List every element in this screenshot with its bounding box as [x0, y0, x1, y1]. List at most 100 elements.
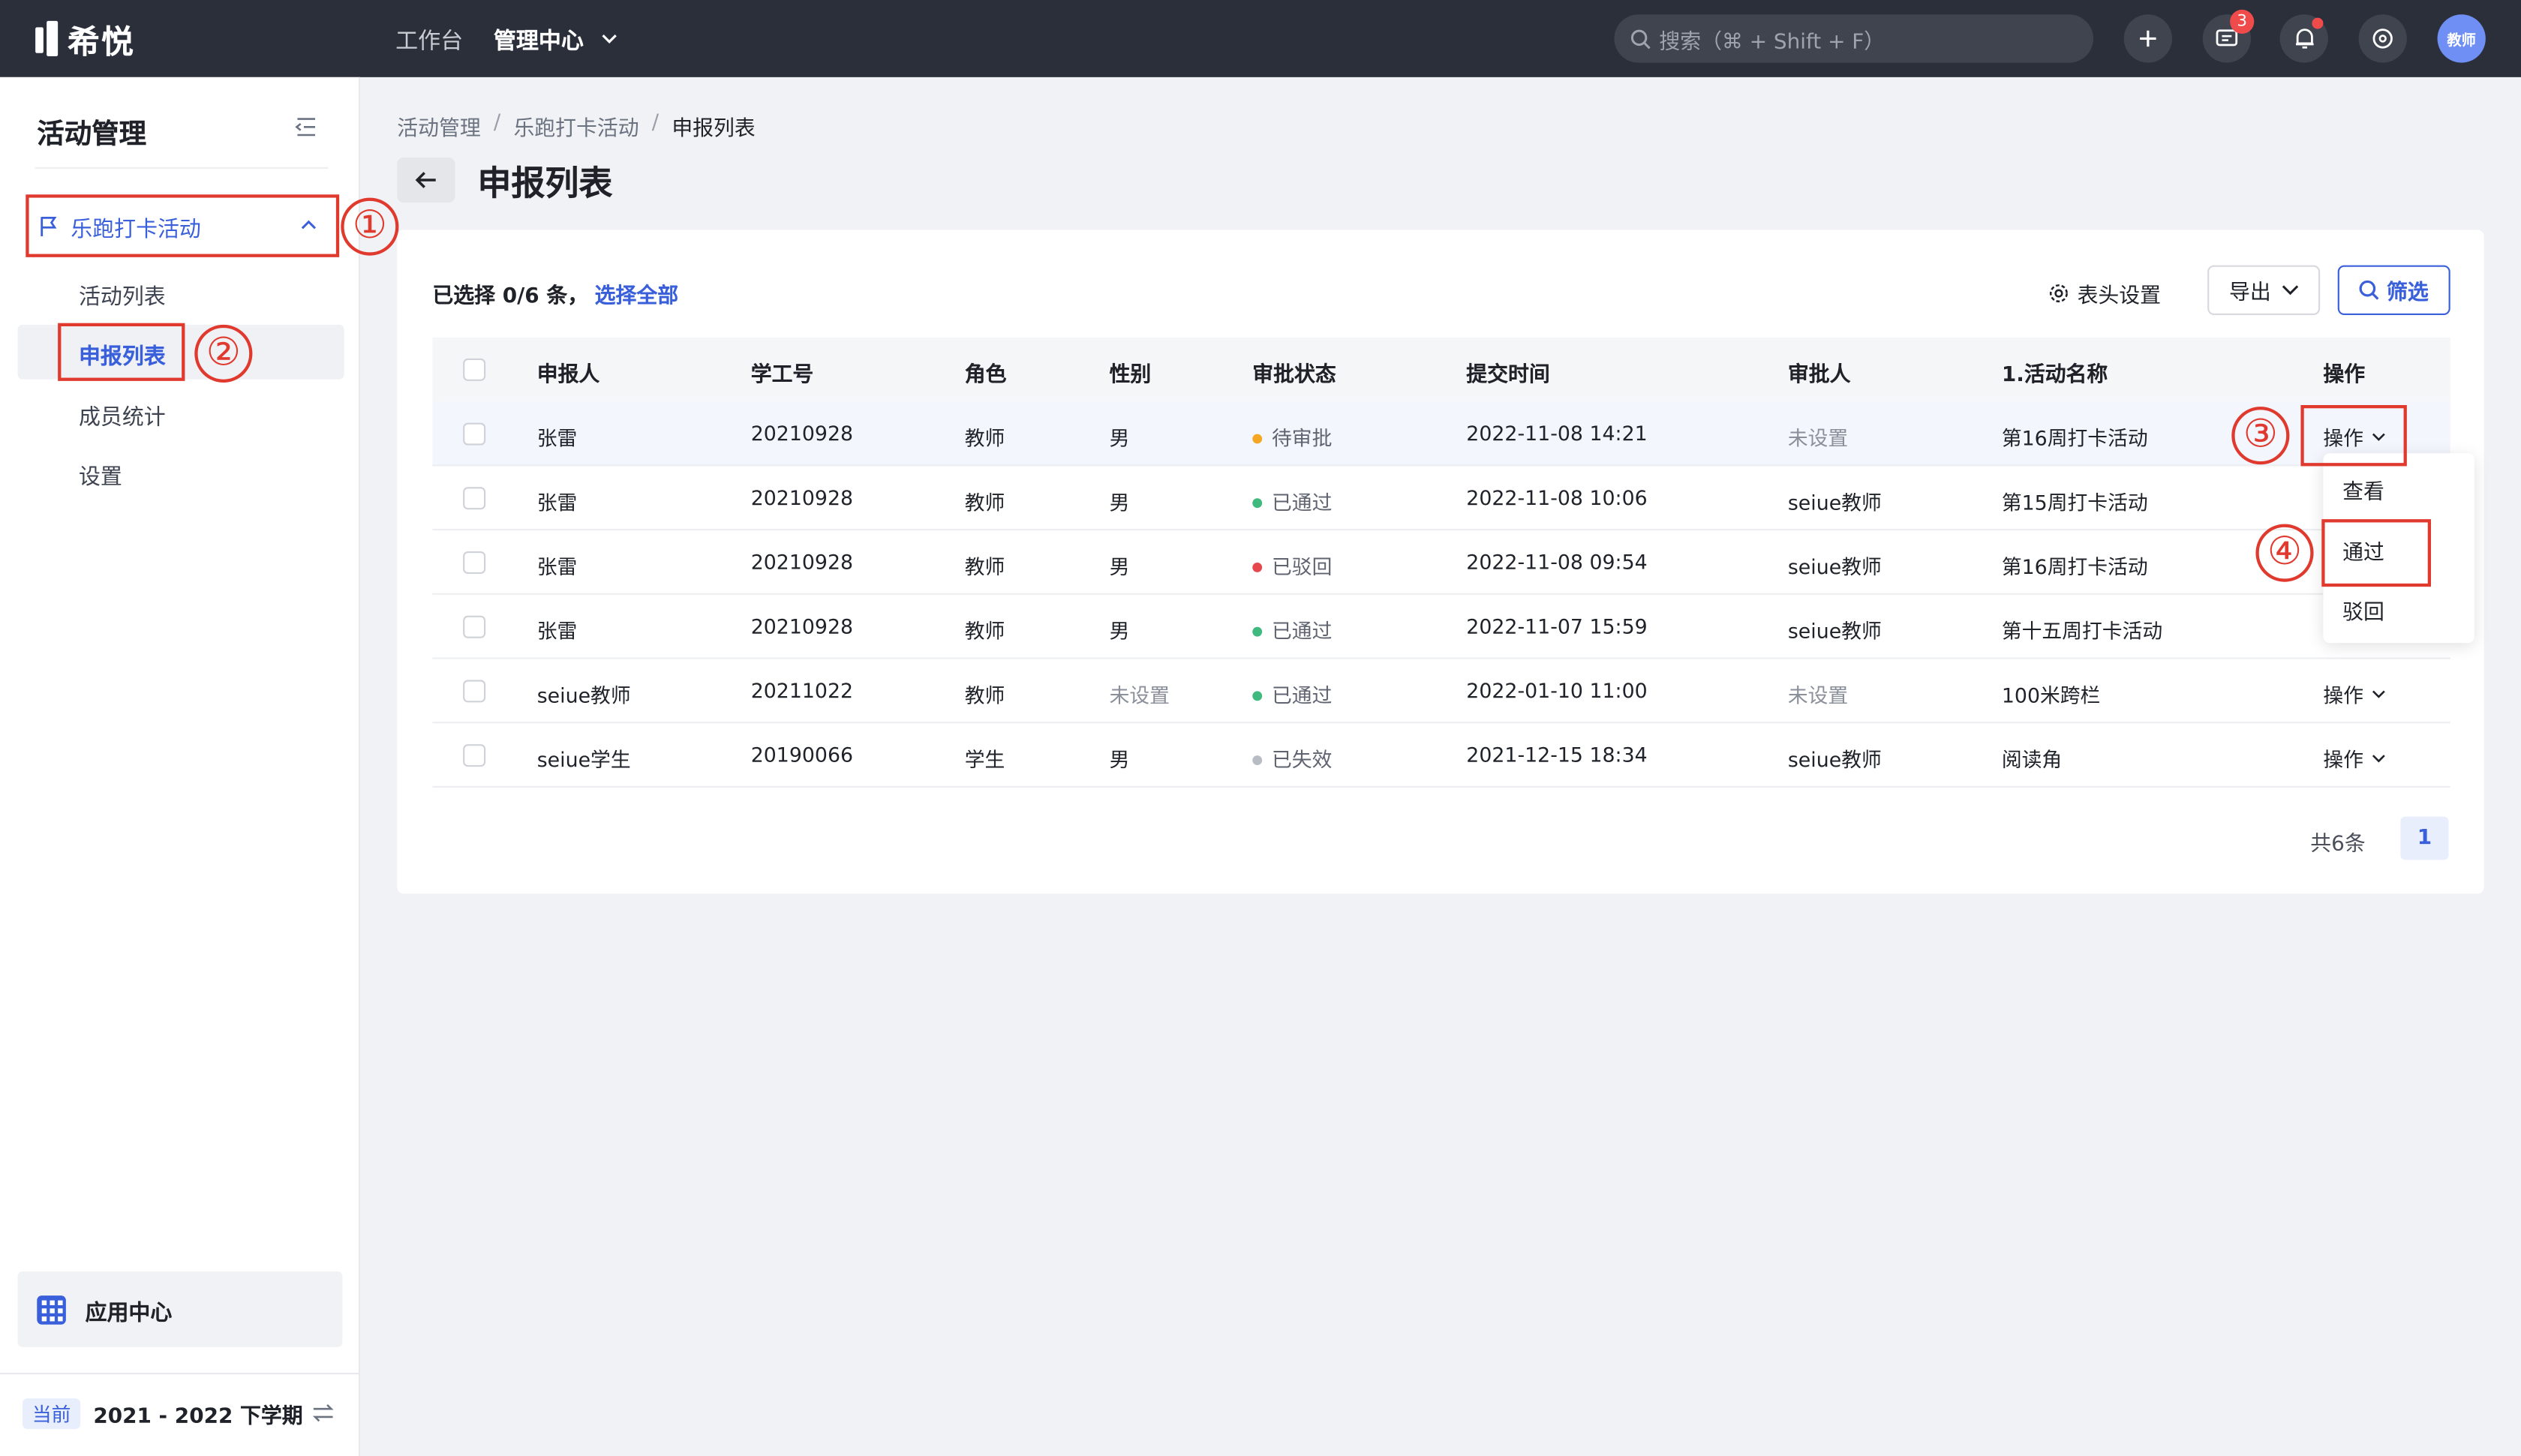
status-badge: 已失效 [1252, 743, 1332, 773]
column-header: 审批状态 [1252, 363, 1336, 388]
top-bar: 希悦 工作台 管理中心 搜索（⌘ + Shift + F） 3 教师 [0, 0, 2521, 77]
status-dot [1252, 497, 1263, 508]
sidebar: 活动管理 乐跑打卡活动 活动列表 申报列表 成员统计 设置 应用中心 当前 20… [0, 77, 360, 1456]
breadcrumb-separator: / [651, 110, 660, 135]
select-all-checkbox[interactable] [463, 358, 486, 381]
operation-button[interactable]: 操作 [2323, 743, 2386, 773]
annotation-box-1 [26, 194, 340, 257]
cell-activity: 第16周打卡活动 [2001, 554, 2148, 579]
header-settings-button[interactable]: 表头设置 [2048, 278, 2162, 309]
table-row[interactable]: seiue教师 20211022 教师 未设置 已通过 2022-01-10 11:00 未… [432, 659, 2450, 724]
help-button[interactable] [2358, 14, 2407, 63]
breadcrumb-separator: / [493, 110, 501, 135]
cell-time: 2022-11-08 10:06 [1466, 485, 1648, 510]
pagination-page-1[interactable]: 1 [2400, 816, 2449, 860]
cell-time: 2022-11-08 09:54 [1466, 549, 1648, 574]
term-tag: 当前 [23, 1398, 81, 1429]
sidebar-divider [35, 167, 329, 169]
nav-admin-center[interactable]: 管理中心 [494, 24, 619, 56]
cell-name: 张雷 [536, 554, 578, 579]
cell-id: 20210928 [750, 421, 854, 446]
cell-activity: 第16周打卡活动 [2001, 425, 2148, 450]
row-checkbox[interactable] [463, 487, 486, 510]
chevron-down-icon [2372, 754, 2385, 762]
sidebar-item-settings[interactable]: 设置 [79, 458, 122, 490]
sidebar-item-activity-list[interactable]: 活动列表 [79, 278, 166, 310]
logo[interactable]: 希悦 [35, 18, 135, 60]
cell-time: 2022-01-10 11:00 [1466, 678, 1648, 703]
annotation-box-3 [2300, 405, 2407, 467]
search-icon [2360, 280, 2380, 300]
table-row[interactable]: 张雷 20210928 教师 男 已通过 2022-11-08 10:06 seiue教师 第… [432, 466, 2450, 531]
export-button[interactable]: 导出 [2207, 265, 2321, 315]
row-checkbox[interactable] [463, 422, 486, 446]
cell-time: 2022-11-08 14:21 [1466, 421, 1648, 446]
breadcrumb: 活动管理 / 乐跑打卡活动 / 申报列表 [397, 111, 755, 142]
column-header: 操作 [2323, 363, 2366, 388]
status-dot [1252, 626, 1263, 636]
arrow-left-icon [415, 172, 436, 188]
column-header: 申报人 [536, 363, 600, 388]
back-button[interactable] [397, 158, 455, 203]
search-input[interactable]: 搜索（⌘ + Shift + F） [1614, 14, 2093, 63]
cell-name: seiue学生 [536, 747, 631, 772]
pagination-total: 共6条 [2310, 833, 2366, 857]
status-badge: 已驳回 [1252, 550, 1332, 581]
table-row[interactable]: 张雷 20210928 教师 男 待审批 2022-11-08 14:21 未设置 第16周打… [432, 401, 2450, 467]
breadcrumb-item[interactable]: 活动管理 [397, 111, 480, 141]
table-row[interactable]: 张雷 20210928 教师 男 已驳回 2022-11-08 09:54 seiue教师 第… [432, 530, 2450, 595]
column-header: 学工号 [750, 363, 814, 388]
annotation-number-4: ④ [2255, 524, 2314, 582]
breadcrumb-current: 申报列表 [672, 117, 756, 142]
cell-role: 教师 [964, 554, 1005, 579]
annotation-box-2 [58, 323, 185, 381]
switch-icon[interactable] [311, 1403, 336, 1423]
cell-gender: 男 [1109, 425, 1130, 450]
row-checkbox[interactable] [463, 551, 486, 574]
cell-name: seiue教师 [536, 683, 631, 707]
cell-approver: 未设置 [1787, 425, 1849, 450]
table-row[interactable]: 张雷 20210928 教师 男 已通过 2022-11-07 15:59 seiue教师 第… [432, 595, 2450, 659]
search-placeholder: 搜索（⌘ + Shift + F） [1659, 29, 1885, 54]
breadcrumb-item[interactable]: 乐跑打卡活动 [513, 111, 639, 141]
row-checkbox[interactable] [463, 744, 486, 767]
avatar[interactable]: 教师 [2437, 14, 2486, 63]
status-text: 已驳回 [1272, 554, 1333, 579]
collapse-sidebar-icon[interactable] [293, 116, 318, 138]
cell-id: 20210928 [750, 549, 854, 574]
column-header: 提交时间 [1466, 363, 1550, 388]
cell-gender: 未设置 [1109, 683, 1170, 707]
select-all-link[interactable]: 选择全部 [595, 284, 678, 308]
nav-workbench[interactable]: 工作台 [395, 24, 463, 56]
cell-gender: 男 [1109, 490, 1130, 515]
app-center-button[interactable]: 应用中心 [17, 1271, 343, 1347]
cell-role: 教师 [964, 490, 1005, 515]
column-header: 审批人 [1787, 363, 1851, 388]
operation-label: 操作 [2323, 747, 2364, 772]
cell-name: 张雷 [536, 425, 578, 450]
cell-role: 学生 [964, 747, 1005, 772]
menu-item-reject[interactable]: 驳回 [2342, 595, 2384, 625]
logo-mark-icon [35, 20, 61, 57]
cell-activity: 第15周打卡活动 [2001, 490, 2148, 515]
cell-id: 20190066 [750, 742, 854, 767]
table-row[interactable]: seiue学生 20190066 学生 男 已失效 2021-12-15 18:34 sei… [432, 723, 2450, 788]
message-button[interactable]: 3 [2202, 9, 2255, 63]
plus-icon [2140, 30, 2156, 47]
annotation-number-2: ② [194, 324, 253, 383]
row-checkbox[interactable] [463, 615, 486, 638]
annotation-number-3: ③ [2231, 407, 2290, 465]
menu-item-view[interactable]: 查看 [2342, 474, 2384, 505]
cell-id: 20210928 [750, 614, 854, 638]
add-button[interactable] [2123, 14, 2172, 63]
filter-button[interactable]: 筛选 [2337, 265, 2450, 315]
notification-button[interactable] [2279, 14, 2328, 63]
grid-icon [37, 1295, 66, 1324]
sidebar-bottom-divider [0, 1373, 360, 1375]
cell-role: 教师 [964, 619, 1005, 644]
app-center-label: 应用中心 [85, 1299, 173, 1325]
sidebar-item-member-stats[interactable]: 成员统计 [79, 398, 166, 431]
row-checkbox[interactable] [463, 680, 486, 703]
header-settings-label: 表头设置 [2077, 284, 2162, 309]
operation-button[interactable]: 操作 [2323, 678, 2386, 709]
